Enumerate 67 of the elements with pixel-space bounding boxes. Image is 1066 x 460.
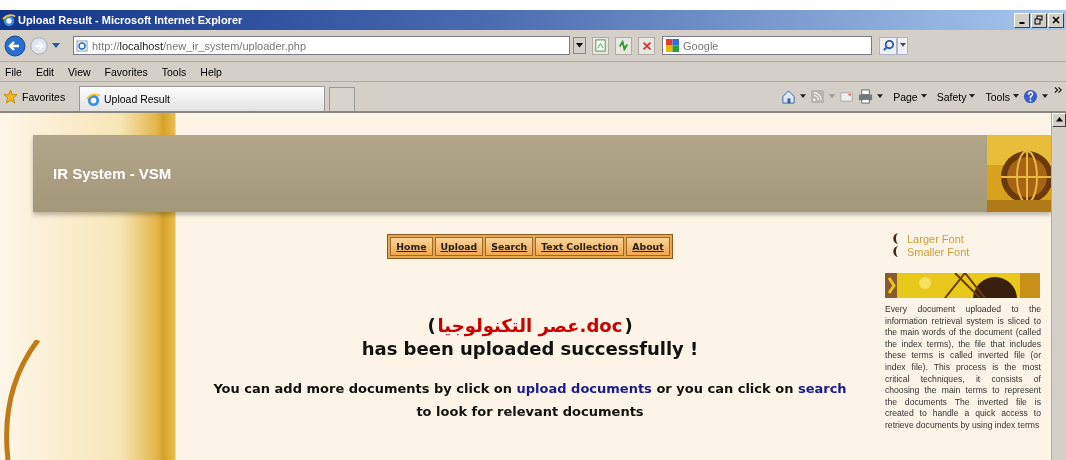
browser-logo-icon [86, 91, 101, 107]
crescent-icon [893, 246, 899, 257]
menu-item[interactable]: View [68, 65, 91, 78]
browser-logo-icon [2, 13, 16, 27]
search-field[interactable]: Google [662, 36, 872, 55]
menu-item[interactable]: File [5, 65, 22, 78]
caret-icon [576, 42, 583, 49]
url-text: http://localhost/new_ir_system/uploader.php [92, 39, 307, 52]
stop-button[interactable] [638, 36, 655, 55]
link[interactable]: search [797, 381, 847, 396]
search-icon [881, 39, 895, 52]
caret-icon [1013, 94, 1019, 99]
menu-item[interactable]: Edit [35, 65, 54, 78]
tab[interactable]: Upload Result [79, 86, 325, 111]
link[interactable]: upload documents [516, 381, 652, 396]
nav-link[interactable]: Home [390, 237, 433, 256]
caret-icon[interactable] [52, 42, 60, 49]
refresh-icon [617, 39, 630, 52]
refresh-button[interactable] [615, 36, 632, 55]
nav-link[interactable]: Text Collection [535, 237, 625, 256]
caret-icon [920, 94, 927, 99]
caret-icon [969, 94, 976, 99]
caret-icon[interactable] [877, 94, 884, 99]
chevron-icon[interactable] [1054, 86, 1063, 94]
command-menu-button[interactable]: Safety [936, 90, 976, 103]
address-field[interactable]: http://localhost/new_ir_system/uploader.php [73, 36, 570, 55]
minimize-icon [1019, 22, 1025, 24]
caret-icon[interactable] [1042, 94, 1048, 99]
parenthesis: ( [427, 315, 436, 336]
restore-button[interactable] [1031, 12, 1047, 28]
site-title: IR System - VSM [53, 165, 172, 182]
caret-icon [899, 43, 906, 48]
nav-link[interactable]: Search [485, 237, 534, 256]
nav-link[interactable]: Upload [434, 237, 484, 256]
broken-page-icon [594, 39, 607, 52]
description-text: Every document uploaded to the information retrieval system is sliced to the main words of the document (called the index terms), the file that includes these terms is called inverted file (or index file). This process is the most critical techniques, it consists of choosing the main terms to represent the documents The inverted file is created to handle a quick access to retrieve documents by using index terms [885, 304, 1041, 432]
scrollbar[interactable] [1051, 113, 1066, 460]
search-options-button[interactable] [897, 36, 908, 55]
hint-text: You can add more documents by click on upload documents or you can click on search to look for relevant documents [212, 380, 848, 421]
print-icon[interactable] [858, 89, 874, 104]
menu-item[interactable]: Favorites [104, 65, 148, 78]
menu-item[interactable]: Tools [161, 65, 187, 78]
star-icon [3, 89, 18, 104]
caret-icon[interactable] [800, 94, 807, 99]
command-menu-button[interactable]: Tools [985, 90, 1019, 103]
restore-icon [1034, 15, 1044, 25]
window-title: Upload Result - Microsoft Internet Explorer [18, 14, 243, 26]
minimize-button[interactable] [1014, 12, 1030, 28]
home-icon[interactable] [781, 89, 797, 104]
up-arrow-icon [1055, 117, 1063, 123]
nav-link[interactable]: About [626, 237, 670, 256]
file-name: عصر التكنولوجيا.doc [437, 315, 623, 336]
search-button[interactable] [879, 36, 897, 55]
favorites-button[interactable]: Favorites [3, 89, 79, 104]
crescent-icon [893, 233, 899, 244]
menu-item[interactable]: Help [200, 65, 222, 78]
close-button[interactable] [1048, 12, 1064, 28]
success-message: has been uploaded successfully ! [361, 338, 699, 359]
parenthesis: ) [624, 315, 633, 336]
close-icon [1051, 15, 1061, 25]
scroll-up-button[interactable] [1052, 113, 1066, 127]
dropdown-button[interactable] [573, 37, 586, 54]
back-button[interactable] [4, 34, 26, 57]
help-icon[interactable] [1023, 89, 1038, 104]
page-icon [76, 39, 88, 52]
command-menu-button[interactable]: Page [893, 90, 927, 103]
stop-icon [640, 39, 653, 52]
